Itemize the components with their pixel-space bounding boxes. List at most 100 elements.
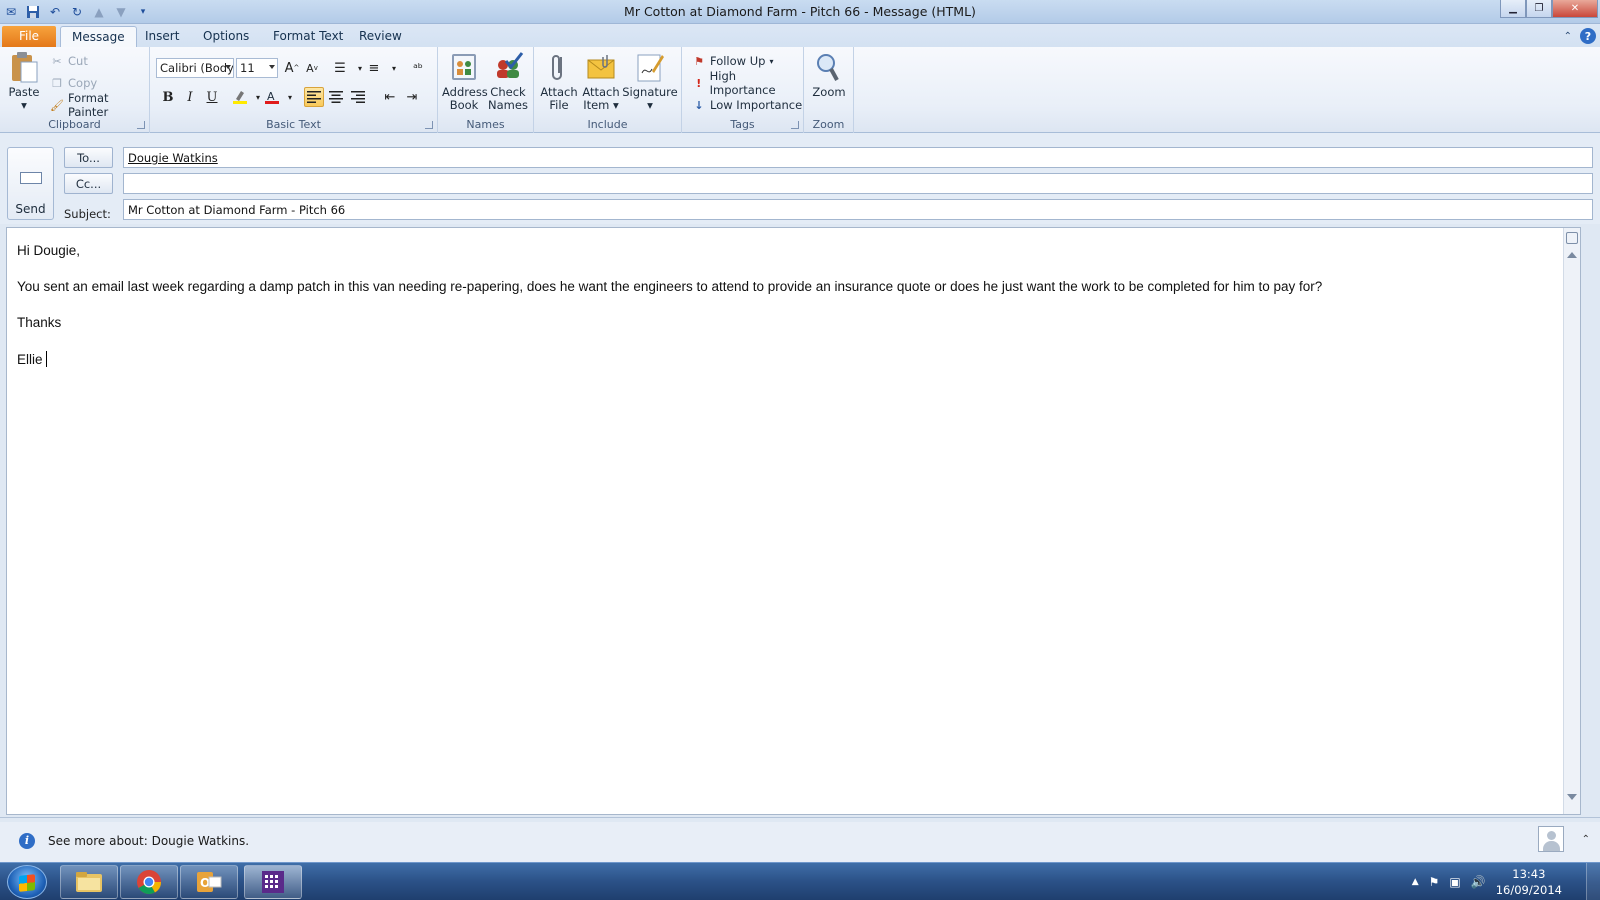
- tags-dialog-launcher[interactable]: [791, 121, 799, 129]
- font-name-combo[interactable]: Calibri (Body): [156, 58, 234, 78]
- folder-icon: [76, 872, 102, 892]
- exclamation-icon: !: [696, 76, 702, 90]
- high-importance-label: High Importance: [709, 69, 776, 97]
- to-button[interactable]: To...: [64, 147, 113, 168]
- decrease-indent-icon[interactable]: ⇤: [380, 87, 400, 107]
- taskbar-explorer[interactable]: [60, 865, 118, 899]
- minimize-ribbon-icon[interactable]: ⌃: [1564, 31, 1572, 42]
- increase-indent-icon[interactable]: ⇥: [402, 87, 422, 107]
- volume-icon[interactable]: 🔊: [1471, 875, 1486, 889]
- ribbon-tabs: File Message Insert Options Format Text …: [0, 24, 1600, 47]
- high-importance-button[interactable]: ! High Importance: [692, 69, 803, 97]
- to-field[interactable]: Dougie Watkins: [123, 147, 1593, 168]
- names-group: Address Book Check Names Names: [438, 47, 534, 133]
- font-color-icon[interactable]: A: [262, 87, 282, 107]
- grow-font-icon[interactable]: A ^: [282, 58, 302, 78]
- address-book-button[interactable]: Address Book: [442, 51, 488, 112]
- italic-button[interactable]: I: [180, 87, 200, 107]
- clipboard-dialog-launcher[interactable]: [137, 121, 145, 129]
- paintbrush-icon: 🖌: [50, 98, 64, 112]
- underline-button[interactable]: U: [202, 87, 222, 107]
- help-icon[interactable]: ?: [1580, 28, 1596, 44]
- taskbar-active-app[interactable]: [244, 865, 302, 899]
- highlight-icon[interactable]: [230, 87, 250, 107]
- signature-button[interactable]: Signature ▾: [622, 51, 678, 112]
- message-body-text[interactable]: Hi Dougie, You sent an email last week r…: [17, 243, 1322, 388]
- include-group-label: Include: [587, 118, 628, 131]
- include-group: Attach File Attach Item ▾ Signature ▾ Inc…: [534, 47, 682, 133]
- window-title: Mr Cotton at Diamond Farm - Pitch 66 - M…: [624, 4, 976, 19]
- cut-button[interactable]: ✂ Cut: [50, 51, 87, 71]
- font-size-combo[interactable]: 11: [236, 58, 278, 78]
- scroll-down-arrow[interactable]: [1567, 794, 1577, 800]
- attach-file-label-1: Attach: [540, 85, 578, 99]
- ruler-toggle-icon[interactable]: [1566, 232, 1578, 244]
- align-right-icon[interactable]: [348, 87, 368, 107]
- format-painter-button[interactable]: 🖌 Format Painter: [50, 91, 149, 119]
- text-cursor: [45, 351, 47, 367]
- signature-line: Ellie: [17, 351, 1322, 367]
- attach-file-button[interactable]: Attach File: [538, 51, 580, 112]
- clock-time: 13:43: [1512, 867, 1546, 881]
- attach-file-label-2: File: [549, 98, 569, 112]
- show-hidden-icons-icon[interactable]: ▲: [1412, 877, 1419, 887]
- bold-button[interactable]: B: [158, 87, 178, 107]
- contact-picture-icon[interactable]: [1538, 826, 1564, 852]
- font-color-dropdown-icon[interactable]: ▾: [280, 87, 300, 107]
- attach-item-button[interactable]: Attach Item ▾: [580, 51, 622, 112]
- paperclip-icon: [543, 51, 575, 83]
- send-button[interactable]: Send: [7, 147, 54, 220]
- align-center-icon[interactable]: [326, 87, 346, 107]
- attach-item-label-1: Attach: [582, 85, 620, 99]
- ribbon: Paste ▾ ✂ Cut ❐ Copy 🖌 Format Painter Cli…: [0, 47, 1600, 133]
- taskbar: O ▲ ⚑ ▣ 🔊 13:43 16/09/2014: [0, 862, 1600, 900]
- zoom-button[interactable]: Zoom: [808, 51, 850, 99]
- align-left-icon[interactable]: [304, 87, 324, 107]
- network-icon[interactable]: ▣: [1449, 875, 1460, 889]
- people-pane-text[interactable]: See more about: Dougie Watkins.: [48, 834, 249, 848]
- vertical-scrollbar[interactable]: [1563, 228, 1580, 814]
- paste-button[interactable]: Paste ▾: [6, 51, 42, 112]
- tags-group: ⚑ Follow Up ▾ ! High Importance ↓ Low Im…: [682, 47, 804, 133]
- low-importance-button[interactable]: ↓ Low Importance: [692, 95, 802, 115]
- tab-insert[interactable]: Insert: [134, 26, 190, 47]
- people-pane-divider[interactable]: [0, 817, 1600, 818]
- clear-formatting-icon[interactable]: ᵃᵇ: [408, 58, 428, 78]
- follow-up-button[interactable]: ⚑ Follow Up ▾: [692, 51, 773, 71]
- zoom-label: Zoom: [812, 85, 846, 99]
- action-center-flag-icon[interactable]: ⚑: [1429, 875, 1440, 889]
- taskbar-chrome[interactable]: [120, 865, 178, 899]
- copy-icon: ❐: [52, 76, 62, 90]
- message-body[interactable]: Hi Dougie, You sent an email last week r…: [6, 227, 1581, 815]
- clipboard-group: Paste ▾ ✂ Cut ❐ Copy 🖌 Format Painter Cli…: [0, 47, 150, 133]
- expand-people-pane-icon[interactable]: ⌃: [1582, 834, 1590, 845]
- greeting-line: Hi Dougie,: [17, 243, 81, 258]
- tab-options[interactable]: Options: [192, 26, 260, 47]
- numbering-icon[interactable]: ≡: [364, 58, 384, 78]
- tab-file[interactable]: File: [2, 26, 56, 47]
- tab-format-text[interactable]: Format Text: [262, 26, 354, 47]
- taskbar-outlook[interactable]: O: [180, 865, 238, 899]
- magnifier-icon: [813, 51, 845, 83]
- bullets-icon[interactable]: ☰: [330, 58, 350, 78]
- shrink-font-icon[interactable]: Av: [302, 58, 322, 78]
- show-desktop-button[interactable]: [1586, 863, 1600, 900]
- cc-field[interactable]: [123, 173, 1593, 194]
- maximize-button[interactable]: ❐: [1526, 0, 1552, 18]
- copy-label: Copy: [68, 76, 98, 90]
- scroll-up-arrow[interactable]: [1567, 252, 1577, 258]
- subject-field[interactable]: Mr Cotton at Diamond Farm - Pitch 66: [123, 199, 1593, 220]
- close-button[interactable]: ✕: [1552, 0, 1598, 18]
- copy-button[interactable]: ❐ Copy: [50, 73, 97, 93]
- tab-review[interactable]: Review: [348, 26, 413, 47]
- minimize-button[interactable]: ▁: [1500, 0, 1526, 18]
- start-button[interactable]: [7, 865, 47, 899]
- cc-button[interactable]: Cc...: [64, 173, 113, 194]
- chrome-icon: [137, 870, 161, 895]
- clock[interactable]: 13:43 16/09/2014: [1496, 866, 1562, 898]
- numbering-dropdown-icon[interactable]: ▾: [384, 58, 404, 78]
- basic-text-dialog-launcher[interactable]: [425, 121, 433, 129]
- scissors-icon: ✂: [52, 54, 62, 68]
- check-names-button[interactable]: Check Names: [486, 51, 530, 112]
- tab-message[interactable]: Message: [60, 26, 137, 47]
